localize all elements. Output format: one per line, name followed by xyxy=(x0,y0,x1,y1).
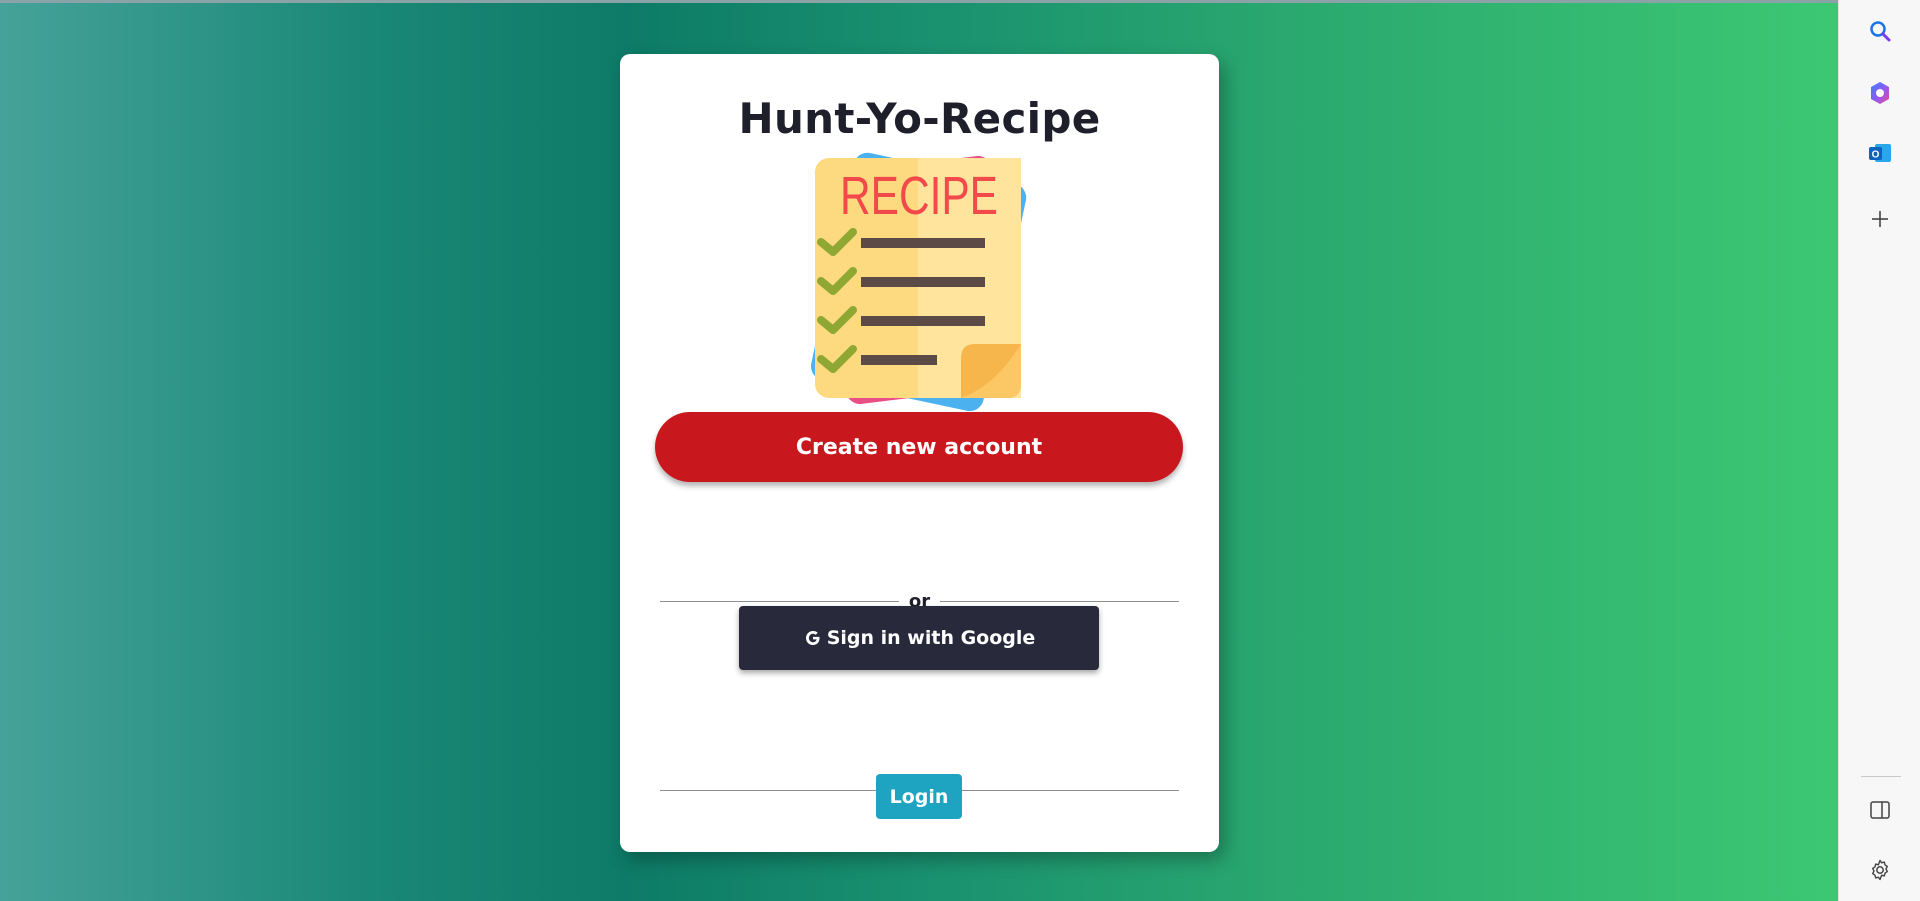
divider-line xyxy=(940,789,1179,791)
create-account-button[interactable]: Create new account xyxy=(655,412,1183,482)
google-icon xyxy=(805,631,820,645)
page-background: Hunt-Yo-Recipe RECIPE Create new account… xyxy=(0,3,1838,901)
google-signin-label: Sign in with Google xyxy=(826,627,1036,649)
add-icon[interactable] xyxy=(1864,203,1896,235)
sidebar-toggle-icon[interactable] xyxy=(1864,794,1896,826)
browser-sidebar: O xyxy=(1838,0,1920,901)
or-divider xyxy=(660,579,1179,601)
signup-card: Hunt-Yo-Recipe RECIPE Create new account… xyxy=(620,54,1219,852)
logo-recipe-text: RECIPE xyxy=(840,166,998,226)
app-title: Hunt-Yo-Recipe xyxy=(738,94,1101,143)
search-icon[interactable] xyxy=(1864,15,1896,47)
divider-line xyxy=(660,789,899,791)
login-button[interactable]: Login xyxy=(876,774,962,819)
outlook-icon[interactable]: O xyxy=(1864,137,1896,169)
copilot-icon[interactable] xyxy=(1864,77,1896,109)
settings-gear-icon[interactable] xyxy=(1864,854,1896,886)
recipe-logo-icon: RECIPE xyxy=(810,152,1027,412)
sidebar-divider xyxy=(1861,776,1901,777)
google-signin-button[interactable]: Sign in with Google xyxy=(739,606,1099,670)
svg-text:O: O xyxy=(1872,150,1880,161)
